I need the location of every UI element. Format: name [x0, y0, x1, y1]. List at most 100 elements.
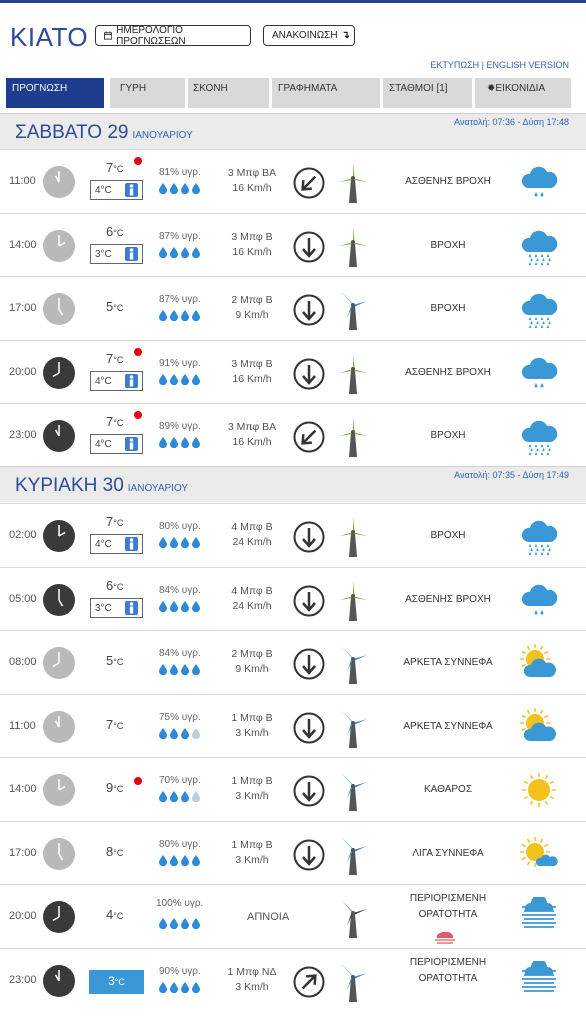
wind-beaufort: 1 Μπφ Β: [231, 711, 273, 724]
condition-text: ΑΣΘΕΝΗΣ ΒΡΟΧΗ: [405, 593, 491, 605]
tab-bar: ΠΡΟΓΝΩΣΗ ΓΥΡΗ ΣΚΟΝΗ ΓΡΑΦΗΜΑΤΑ ΣΤΑΘΜΟΙ [1…: [6, 78, 574, 108]
day-month: ΙΑΝΟΥΑΡΙΟΥ: [127, 483, 189, 494]
drop-icon: [170, 245, 178, 263]
row-time: 05:00: [9, 592, 37, 605]
drop-icon: [181, 245, 189, 263]
drop-icon: [192, 599, 200, 617]
day-name-text: ΣΑΒΒΑΤΟ 29: [15, 122, 129, 143]
tab-stations[interactable]: ΣΤΑΘΜΟΙ [1]: [383, 78, 475, 108]
drop-icon: [181, 853, 189, 871]
wind-speed: 16 Km/h: [232, 436, 272, 448]
wind-speed: 9 Km/h: [235, 663, 269, 675]
drop-icon: [181, 435, 189, 453]
feels-like-box[interactable]: 4°C: [90, 434, 143, 454]
row-time: 11:00: [9, 175, 36, 187]
weather-light-icon: [519, 353, 559, 393]
feels-like-box[interactable]: 4°C: [90, 534, 143, 554]
drop-icon: [181, 980, 189, 998]
tab-pollen[interactable]: ΓΥΡΗ: [110, 78, 188, 108]
feels-like-person-icon: [125, 537, 138, 551]
feels-like-box[interactable]: 4°C: [90, 180, 143, 200]
wind-info: 3 Μπφ Β 16 Km/h: [218, 357, 286, 387]
humidity-drops: [159, 599, 200, 617]
wind-turbine-icon: [338, 962, 368, 1002]
drop-icon: [181, 372, 189, 390]
humidity: 100% υγρ.: [156, 898, 204, 909]
forecast-row: 05:00 6°C 3°C 84% υγρ. 4 Μπφ Β 24 Km/h ΑΣΘΕΝΗΣ…: [0, 566, 586, 630]
drop-icon: [159, 916, 167, 934]
humidity-drops: [159, 245, 200, 263]
drop-icon: [181, 308, 189, 326]
wind-turbine-icon: [338, 771, 368, 811]
wind-direction-arrow-icon: [293, 521, 325, 553]
day-header: ΣΑΒΒΑΤΟ 29 ΙΑΝΟΥΑΡΙΟΥ Ανατολή: 07:36 - Δύσ…: [0, 113, 586, 149]
temperature-unit: °C: [113, 303, 124, 313]
wind-info: 3 Μπφ ΒΑ 16 Km/h: [218, 420, 286, 450]
feels-like-value: 3°C: [95, 602, 112, 614]
temperature: 6°C: [106, 578, 123, 593]
drop-icon: [170, 853, 178, 871]
condition-text: ΠΕΡΙΟΡΙΣΜΕΝΗ ΟΡΑΤΟΤΗΤΑ: [378, 891, 518, 923]
temperature-unit: °C: [114, 976, 125, 987]
forecast-row: 14:00 6°C 3°C 87% υγρ. 3 Μπφ Β 16 Km/h ΒΡΟΧΗ: [0, 212, 586, 276]
wind-beaufort: 1 Μπφ ΝΔ: [227, 965, 277, 978]
drop-icon: [181, 535, 189, 553]
temperature: 3°C: [89, 969, 144, 994]
temperature-unit: °C: [113, 911, 124, 921]
forecast-calendar-button[interactable]: ΗΜΕΡΟΛΟΓΙΟ ΠΡΟΓΝΩΣΕΩΝ: [95, 25, 251, 47]
forecast-row: 08:00 5°C 84% υγρ. 2 Μπφ Β 9 Km/h ΑΡΚΕΤΑ ΣΥΝΝ…: [0, 630, 586, 693]
weather-rain-icon: [519, 516, 559, 556]
forecast-row: 11:00 7°C 75% υγρ. 1 Μπφ Β 3 Km/h ΑΡΚΕΤΑ ΣΥΝΝ…: [0, 693, 586, 757]
weather-light-icon: [519, 580, 559, 620]
clock-icon: [43, 964, 75, 997]
condition-text: ΛΙΓΑ ΣΥΝΝΕΦΑ: [412, 847, 484, 859]
temperature-value: 3: [108, 973, 115, 988]
clock-icon: [43, 837, 75, 870]
wind-speed: 24 Km/h: [232, 599, 272, 612]
warning-dot: [134, 777, 142, 785]
condition-line-1: ΠΕΡΙΟΡΙΣΜΕΝΗ: [409, 893, 487, 904]
temperature-unit: °C: [113, 581, 124, 592]
drop-icon: [181, 726, 189, 744]
wind-info: 1 Μπφ Β 3 Km/h: [218, 838, 286, 868]
warning-dot: [134, 411, 142, 419]
announcement-button[interactable]: ΑΝΑΚΟΙΝΩΣΗ ↴: [263, 25, 355, 46]
wind-speed: 3 Km/h: [235, 790, 269, 802]
warning-dot: [134, 157, 142, 165]
humidity-drops: [159, 435, 200, 453]
tab-charts[interactable]: ΓΡΑΦΗΜΑΤΑ: [272, 78, 383, 108]
condition-text: ΒΡΟΧΗ: [430, 303, 466, 314]
temperature: 7°C: [106, 514, 123, 529]
drop-icon: [170, 308, 178, 326]
humidity-drops: [159, 535, 200, 553]
drop-icon: [192, 181, 200, 199]
feels-like-box[interactable]: 4°C: [90, 370, 143, 391]
tab-dust[interactable]: ΣΚΟΝΗ: [188, 78, 272, 108]
weather-partly-icon: [519, 643, 559, 683]
forecast-row: 17:00 5°C 87% υγρ. 2 Μπφ Β 9 Km/h ΒΡΟΧΗ: [0, 276, 586, 339]
condition-text: ΚΑΘΑΡΟΣ: [423, 784, 473, 795]
temperature: 7°C: [106, 351, 123, 366]
wind-info: 4 Μπφ Β 24 Km/h: [218, 584, 286, 614]
feels-like-box[interactable]: 3°C: [90, 243, 143, 264]
drop-icon: [192, 662, 200, 680]
temperature-unit: °C: [113, 720, 124, 731]
tab-forecast[interactable]: ΠΡΟΓΝΩΣΗ: [6, 78, 107, 108]
print-english-links[interactable]: ΕΚΤΥΠΩΣΗ | ENGLISH VERSION: [430, 60, 569, 70]
drop-icon: [192, 308, 200, 326]
humidity: 81% υγρ.: [159, 167, 201, 178]
temperature: 7°C: [106, 160, 123, 175]
feels-like-box[interactable]: 3°C: [90, 597, 143, 618]
wind-speed: 16 Km/h: [232, 182, 272, 194]
clock-icon: [43, 356, 75, 389]
forecast-row: 14:00 9°C 70% υγρ. 1 Μπφ Β 3 Km/h ΚΑΘΑΡΟΣ: [0, 757, 586, 820]
wind-speed: 3 Km/h: [235, 980, 269, 993]
humidity-drops: [159, 181, 200, 199]
tab-icons[interactable]: ✹ΕΙΚΟΝΙΔΙΑ: [475, 78, 574, 108]
wind-beaufort: 4 Μπφ Β: [231, 521, 273, 533]
temperature-unit: °C: [113, 354, 124, 365]
weather-partly-icon: [519, 707, 559, 747]
wind-direction-arrow-icon: [293, 167, 325, 199]
wind-beaufort: 1 Μπφ Β: [231, 838, 273, 851]
wind-info: 1 Μπφ ΝΔ 3 Km/h: [218, 965, 286, 995]
